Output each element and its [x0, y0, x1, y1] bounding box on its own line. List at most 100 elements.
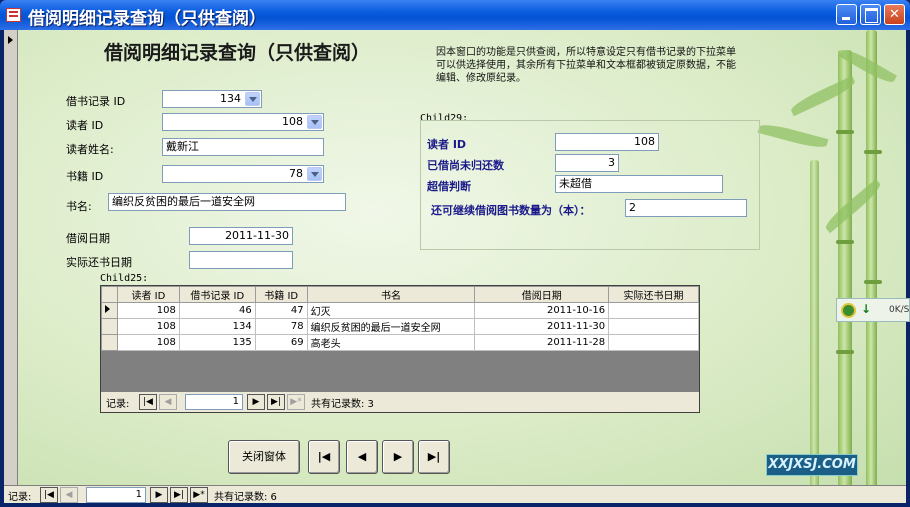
maximize-button[interactable]: [860, 4, 881, 25]
table-cell[interactable]: 2011-11-28: [474, 334, 610, 351]
download-speed-widget[interactable]: ↓ 0K/S: [836, 298, 910, 322]
main-record-navigator: 记录: |◀ ◀ 1 ▶ ▶| ▶* 共有记录数: 6: [4, 485, 906, 503]
column-header[interactable]: 实际还书日期: [608, 286, 699, 303]
table-cell[interactable]: 69: [254, 334, 308, 351]
download-arrow-icon: ↓: [861, 302, 872, 316]
first-record-big-button[interactable]: |◀: [308, 440, 340, 474]
child25-record-number-field[interactable]: 1: [185, 394, 243, 410]
borrow-id-value: 134: [220, 92, 241, 105]
bamboo-leaf-decoration: [757, 121, 829, 151]
book-id-value: 78: [289, 167, 303, 180]
column-header[interactable]: 借书记录 ID: [178, 286, 256, 303]
reader-name-field[interactable]: 戴新江: [162, 138, 324, 156]
main-record-count: 共有记录数: 6: [214, 492, 277, 503]
row-selector[interactable]: [101, 318, 118, 335]
table-cell[interactable]: 46: [178, 302, 256, 319]
new-record-button[interactable]: ▶*: [287, 394, 305, 410]
main-new-record-button[interactable]: ▶*: [190, 487, 208, 503]
site-watermark: XXJXSJ.COM: [766, 454, 858, 476]
column-header[interactable]: 借阅日期: [474, 286, 610, 303]
first-record-button[interactable]: |◀: [139, 394, 157, 410]
window-title: 借阅明细记录查询（只供查阅）: [28, 9, 266, 29]
minimize-button[interactable]: [836, 4, 857, 25]
table-cell[interactable]: 高老头: [306, 334, 476, 351]
table-cell[interactable]: 幻灭: [306, 302, 476, 319]
record-selector-bar[interactable]: [4, 30, 18, 485]
book-name-field[interactable]: 编织反贫困的最后一道安全网: [108, 193, 346, 211]
row-selector[interactable]: [101, 302, 118, 319]
table-cell[interactable]: [608, 334, 699, 351]
bamboo-stalk-decoration: [810, 160, 819, 485]
main-last-record-button[interactable]: ▶|: [170, 487, 188, 503]
bamboo-stalk-decoration: [836, 50, 854, 485]
return-date-field[interactable]: [189, 251, 293, 269]
column-header[interactable]: 书籍 ID: [254, 286, 308, 303]
close-form-button[interactable]: 关闭窗体: [228, 440, 300, 474]
download-speed-text: 0K/S: [889, 305, 910, 315]
table-row[interactable]: 108 134 78 编织反贫困的最后一道安全网 2011-11-30: [101, 318, 699, 335]
row-selector-header[interactable]: [101, 286, 118, 303]
form-icon: [6, 8, 21, 22]
next-record-button[interactable]: ▶: [247, 394, 265, 410]
table-cell[interactable]: 134: [178, 318, 256, 335]
reader-name-label: 读者姓名:: [66, 143, 114, 156]
overdue-field[interactable]: 未超借: [555, 175, 723, 193]
close-window-button[interactable]: ✕: [884, 4, 905, 25]
main-first-record-button[interactable]: |◀: [40, 487, 58, 503]
table-cell[interactable]: 108: [116, 318, 180, 335]
borrow-date-label: 借阅日期: [66, 232, 110, 245]
previous-record-big-button[interactable]: ◀: [346, 440, 378, 474]
child25-record-count: 共有记录数: 3: [311, 399, 374, 410]
column-header[interactable]: 书名: [306, 286, 476, 303]
main-previous-record-button[interactable]: ◀: [60, 487, 78, 503]
current-record-icon: [8, 36, 13, 44]
row-selector[interactable]: [101, 334, 118, 351]
chevron-down-icon[interactable]: [307, 115, 322, 129]
column-header[interactable]: 读者 ID: [116, 286, 180, 303]
download-app-icon: [841, 303, 856, 318]
table-cell[interactable]: 47: [254, 302, 308, 319]
table-row[interactable]: 108 135 69 高老头 2011-11-28: [101, 334, 699, 351]
overdue-label: 超借判断: [427, 180, 471, 193]
remaining-label: 还可继续借阅图书数量为（本）：: [431, 204, 591, 217]
child29-reader-id-field[interactable]: 108: [555, 133, 659, 151]
book-name-label: 书名:: [66, 200, 92, 213]
borrow-id-label: 借书记录 ID: [66, 95, 126, 108]
chevron-down-icon[interactable]: [245, 92, 260, 106]
next-record-big-button[interactable]: ▶: [382, 440, 414, 474]
last-record-button[interactable]: ▶|: [267, 394, 285, 410]
unreturned-field[interactable]: 3: [555, 154, 619, 172]
book-id-label: 书籍 ID: [66, 170, 104, 183]
reader-id-label: 读者 ID: [66, 119, 104, 132]
table-cell[interactable]: 135: [178, 334, 256, 351]
table-cell[interactable]: 108: [116, 334, 180, 351]
chevron-down-icon[interactable]: [307, 167, 322, 181]
main-record-number-field[interactable]: 1: [86, 487, 146, 503]
table-cell[interactable]: 108: [116, 302, 180, 319]
table-cell[interactable]: 2011-11-30: [474, 318, 610, 335]
table-cell[interactable]: 2011-10-16: [474, 302, 610, 319]
child25-title: Child25:: [100, 273, 149, 284]
current-row-icon: [105, 305, 110, 313]
unreturned-label: 已借尚未归还数: [427, 159, 504, 172]
book-id-combo[interactable]: 78: [162, 165, 324, 183]
remaining-field[interactable]: 2: [625, 199, 747, 217]
table-cell[interactable]: 78: [254, 318, 308, 335]
last-record-big-button[interactable]: ▶|: [418, 440, 450, 474]
borrow-date-field[interactable]: 2011-11-30: [189, 227, 293, 245]
child25-nav-label: 记录:: [106, 399, 130, 410]
child25-datasheet: 读者 ID 借书记录 ID 书籍 ID 书名 借阅日期 实际还书日期 108 4…: [100, 285, 700, 413]
title-bar[interactable]: 借阅明细记录查询（只供查阅） ✕: [0, 0, 910, 30]
table-cell[interactable]: [608, 318, 699, 335]
reader-id-combo[interactable]: 108: [162, 113, 324, 131]
main-next-record-button[interactable]: ▶: [150, 487, 168, 503]
table-row[interactable]: 108 46 47 幻灭 2011-10-16: [101, 302, 699, 319]
table-cell[interactable]: 编织反贫困的最后一道安全网: [306, 318, 476, 335]
return-date-label: 实际还书日期: [66, 256, 132, 269]
table-cell[interactable]: [608, 302, 699, 319]
app-window: 借阅明细记录查询（只供查阅） ✕ 借阅明细记录查询（只供查阅） 因本窗口的功能是…: [0, 0, 910, 507]
form-note: 因本窗口的功能是只供查阅，所以特意设定只有借书记录的下拉菜单可以供选择使用，其余…: [436, 47, 736, 84]
form-heading: 借阅明细记录查询（只供查阅）: [104, 42, 371, 64]
borrow-id-combo[interactable]: 134: [162, 90, 262, 108]
previous-record-button[interactable]: ◀: [159, 394, 177, 410]
